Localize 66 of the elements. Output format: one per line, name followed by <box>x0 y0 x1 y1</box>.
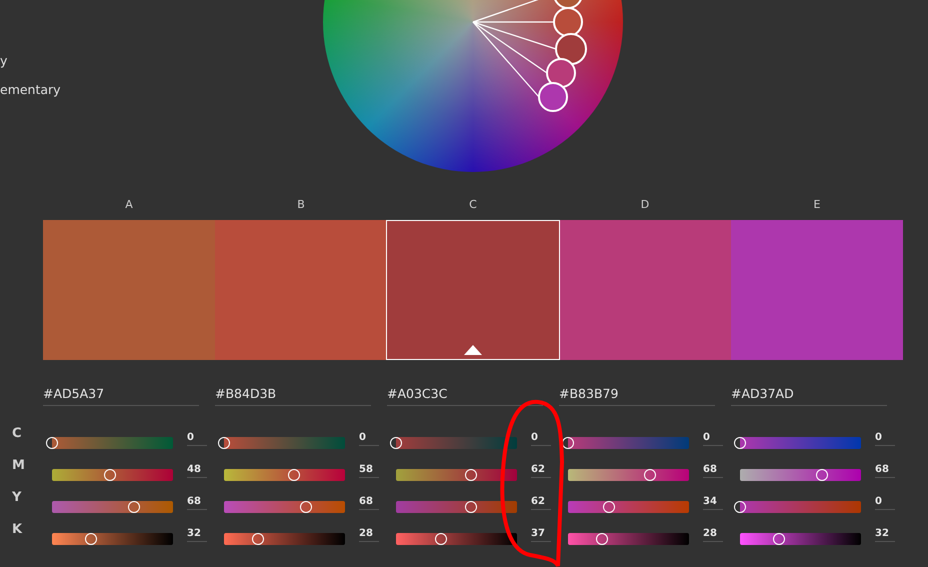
slider-thumb[interactable] <box>300 501 312 513</box>
slider-thumb[interactable] <box>128 501 140 513</box>
selected-triangle-icon <box>464 345 482 355</box>
slider-thumb[interactable] <box>772 533 785 545</box>
channel-value-field[interactable]: 68 <box>875 464 895 478</box>
channel-label: M <box>11 458 26 473</box>
slider-thumb[interactable] <box>390 437 402 449</box>
color-marker[interactable] <box>472 22 568 112</box>
channel-value-field[interactable]: 0 <box>875 496 895 510</box>
slider-thumb[interactable] <box>104 469 116 481</box>
hex-field[interactable]: #AD37AD <box>731 386 887 406</box>
color-swatch[interactable] <box>43 220 215 360</box>
harmony-rule-option[interactable]: y <box>0 53 8 68</box>
channel-value-field[interactable]: 32 <box>875 528 895 542</box>
channel-value-field[interactable]: 0 <box>359 432 379 446</box>
channel-value-field[interactable]: 58 <box>359 464 379 478</box>
harmony-rule-option[interactable]: ementary <box>0 82 61 97</box>
channel-value-field[interactable]: 68 <box>703 464 723 478</box>
slider-thumb[interactable] <box>84 533 97 545</box>
slider-thumb[interactable] <box>434 533 447 545</box>
channel-value-field[interactable]: 0 <box>703 432 723 446</box>
slider-thumb[interactable] <box>734 501 746 513</box>
swatch-label: D <box>640 198 650 211</box>
channel-value-field[interactable]: 28 <box>703 528 723 542</box>
color-marker[interactable] <box>472 22 576 88</box>
slider-thumb[interactable] <box>465 469 478 481</box>
slider-thumb[interactable] <box>562 437 574 449</box>
hex-field[interactable]: #B83B79 <box>559 386 715 406</box>
channel-value-field[interactable]: 68 <box>359 496 379 510</box>
channel-label: C <box>11 426 23 441</box>
channel-label: Y <box>11 490 22 505</box>
slider-thumb[interactable] <box>465 501 478 513</box>
channel-value-field[interactable]: 0 <box>875 432 895 446</box>
hex-field[interactable]: #A03C3C <box>387 386 543 406</box>
channel-value-field[interactable]: 62 <box>531 464 551 478</box>
channel-value-field[interactable]: 62 <box>531 496 551 510</box>
hex-field[interactable]: #AD5A37 <box>43 386 199 406</box>
slider-thumb[interactable] <box>288 469 300 481</box>
channel-value-field[interactable]: 32 <box>187 528 207 542</box>
slider-thumb[interactable] <box>252 533 264 545</box>
slider-thumb[interactable] <box>644 469 656 481</box>
slider-thumb[interactable] <box>734 437 746 449</box>
channel-value-field[interactable]: 68 <box>187 496 207 510</box>
swatch-label: C <box>468 198 478 211</box>
channel-value-field[interactable]: 48 <box>187 464 207 478</box>
color-marker[interactable] <box>473 7 583 37</box>
slider-thumb[interactable] <box>218 437 230 449</box>
swatch-label: E <box>812 198 822 211</box>
slider-thumb[interactable] <box>46 437 58 449</box>
slider-thumb[interactable] <box>596 533 608 545</box>
color-swatch[interactable] <box>560 220 732 360</box>
channel-value-field[interactable]: 0 <box>187 432 207 446</box>
channel-value-field[interactable]: 28 <box>359 528 379 542</box>
color-marker[interactable] <box>472 21 587 65</box>
hex-field[interactable]: #B84D3B <box>215 386 371 406</box>
color-swatch[interactable] <box>214 220 386 360</box>
slider-thumb[interactable] <box>816 469 828 481</box>
channel-label: K <box>11 522 24 537</box>
color-swatch[interactable] <box>731 220 903 360</box>
swatch-label: B <box>296 198 306 211</box>
slider-thumb[interactable] <box>603 501 616 513</box>
channel-value-field[interactable]: 0 <box>531 432 551 446</box>
channel-value-field[interactable]: 34 <box>703 496 723 510</box>
channel-value-field[interactable]: 37 <box>531 528 551 542</box>
color-swatch[interactable] <box>386 220 560 360</box>
swatch-label: A <box>124 198 134 211</box>
